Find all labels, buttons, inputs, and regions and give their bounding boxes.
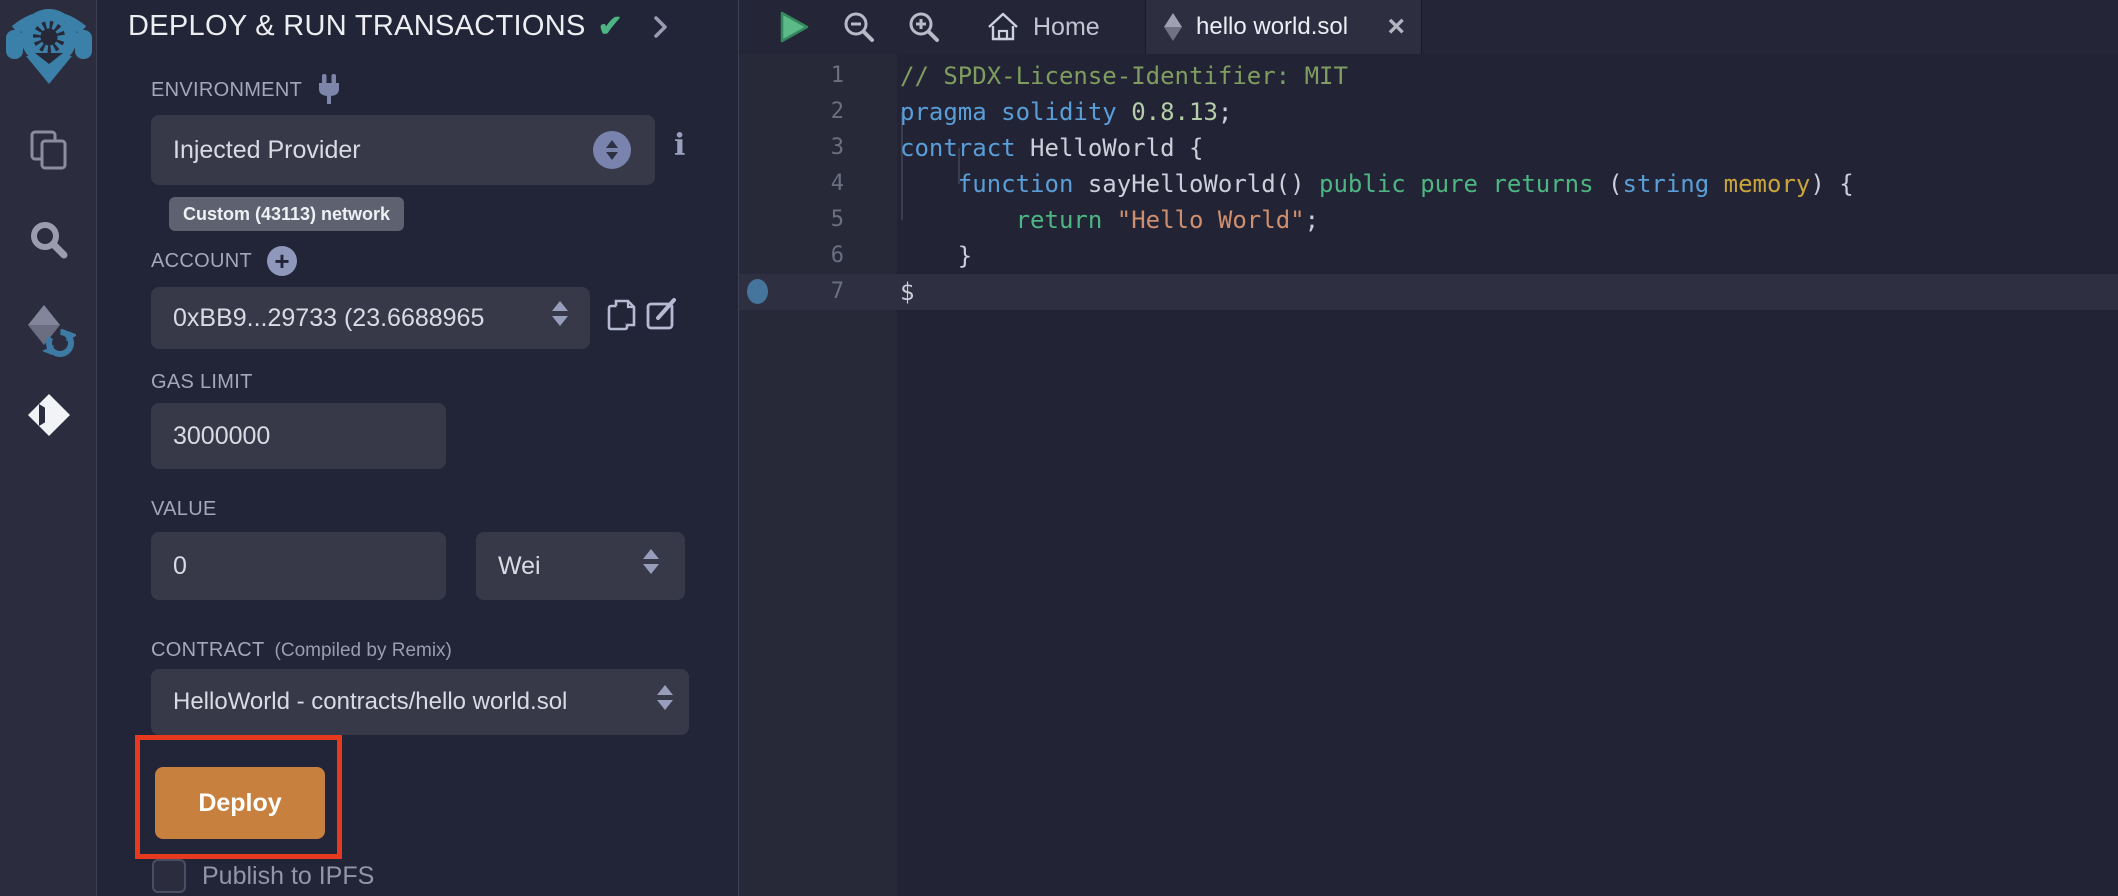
check-icon: ✔ [598, 9, 623, 44]
line-number[interactable]: 1 [739, 58, 844, 94]
line-number[interactable]: 5 [739, 202, 844, 238]
code-text: contract HelloWorld { [900, 130, 1203, 166]
account-select-arrows-icon[interactable] [552, 301, 568, 326]
deploy-button[interactable]: Deploy [155, 767, 325, 839]
account-select[interactable]: 0xBB9...29733 (23.6688965 [151, 287, 590, 349]
code-text: } [900, 238, 972, 274]
contract-sublabel: (Compiled by Remix) [275, 640, 452, 662]
unit-select-arrows-icon[interactable] [643, 549, 659, 574]
panel-title: DEPLOY & RUN TRANSACTIONS [128, 10, 586, 43]
contract-label: CONTRACT [151, 639, 265, 662]
contract-value: HelloWorld - contracts/hello world.sol [173, 688, 567, 716]
plug-icon [317, 74, 341, 106]
value-input[interactable] [151, 532, 446, 600]
deploy-run-icon[interactable] [0, 392, 97, 438]
code-editor: Home hello world.sol × 1 // SPDX-License-… [739, 0, 2118, 896]
line-number[interactable]: 2 [739, 94, 844, 130]
publish-ipfs-checkbox[interactable] [152, 859, 186, 893]
close-tab-icon[interactable]: × [1387, 12, 1405, 42]
code-line-6[interactable]: 6 } [739, 238, 2118, 274]
value-label: VALUE [151, 498, 217, 521]
code-lines[interactable]: 1 // SPDX-License-Identifier: MIT 2 pragma … [739, 54, 2118, 896]
chevron-right-icon[interactable] [653, 15, 668, 39]
gas-limit-input[interactable] [151, 403, 446, 469]
zoom-out-icon[interactable] [841, 9, 877, 45]
code-line-7[interactable]: 7$ [739, 274, 2118, 310]
run-script-icon[interactable] [778, 10, 810, 44]
code-text: pragma solidity 0.8.13; [900, 94, 1232, 130]
code-text: function sayHelloWorld() public pure ret… [900, 166, 1854, 202]
code-line-2[interactable]: 2 pragma solidity 0.8.13; [739, 94, 2118, 130]
environment-select-arrows-icon[interactable] [593, 131, 631, 169]
file-explorer-icon[interactable] [0, 128, 97, 172]
edit-account-icon[interactable] [646, 297, 678, 331]
line-number[interactable]: 3 [739, 130, 844, 166]
add-account-icon[interactable]: + [267, 246, 297, 276]
code-line-1[interactable]: 1 // SPDX-License-Identifier: MIT [739, 58, 2118, 94]
deploy-run-panel: DEPLOY & RUN TRANSACTIONS ✔ ENVIRONMENT … [97, 0, 739, 896]
home-icon [985, 10, 1021, 44]
editor-tabbar: Home hello world.sol × [739, 0, 2118, 54]
contract-select[interactable]: HelloWorld - contracts/hello world.sol [151, 669, 689, 735]
value-unit: Wei [498, 552, 541, 581]
breakpoint-dot[interactable] [747, 279, 768, 304]
solidity-file-icon [1162, 12, 1184, 42]
solidity-compiler-icon[interactable] [0, 303, 97, 361]
code-line-5[interactable]: 5 return "Hello World"; [739, 202, 2118, 238]
environment-value: Injected Provider [173, 136, 361, 165]
environment-select[interactable]: Injected Provider [151, 115, 655, 185]
publish-ipfs-label: Publish to IPFS [202, 862, 374, 891]
code-text: return "Hello World"; [900, 202, 1319, 238]
tab-file-label: hello world.sol [1196, 13, 1348, 41]
tab-home-label: Home [1033, 13, 1100, 42]
copy-account-icon[interactable] [606, 297, 638, 333]
tab-hello-world-sol[interactable]: hello world.sol × [1145, 0, 1422, 54]
search-icon[interactable] [0, 218, 97, 262]
line-number[interactable]: 6 [739, 238, 844, 274]
line-number[interactable]: 4 [739, 166, 844, 202]
icon-sidebar [0, 0, 97, 896]
info-icon[interactable]: i [674, 128, 685, 163]
code-line-4[interactable]: 4 function sayHelloWorld() public pure r… [739, 166, 2118, 202]
account-value: 0xBB9...29733 (23.6688965 [173, 304, 484, 333]
contract-select-arrows-icon[interactable] [657, 685, 673, 710]
remix-logo-icon[interactable] [1, 0, 97, 88]
code-text: $ [900, 274, 914, 310]
tab-home[interactable]: Home [969, 0, 1116, 54]
network-badge: Custom (43113) network [169, 197, 404, 231]
account-label: ACCOUNT [151, 250, 252, 273]
gas-limit-label: GAS LIMIT [151, 371, 253, 394]
zoom-in-icon[interactable] [906, 9, 942, 45]
code-line-3[interactable]: 3 contract HelloWorld { [739, 130, 2118, 166]
environment-label: ENVIRONMENT [151, 79, 302, 102]
code-text: // SPDX-License-Identifier: MIT [900, 58, 1348, 94]
